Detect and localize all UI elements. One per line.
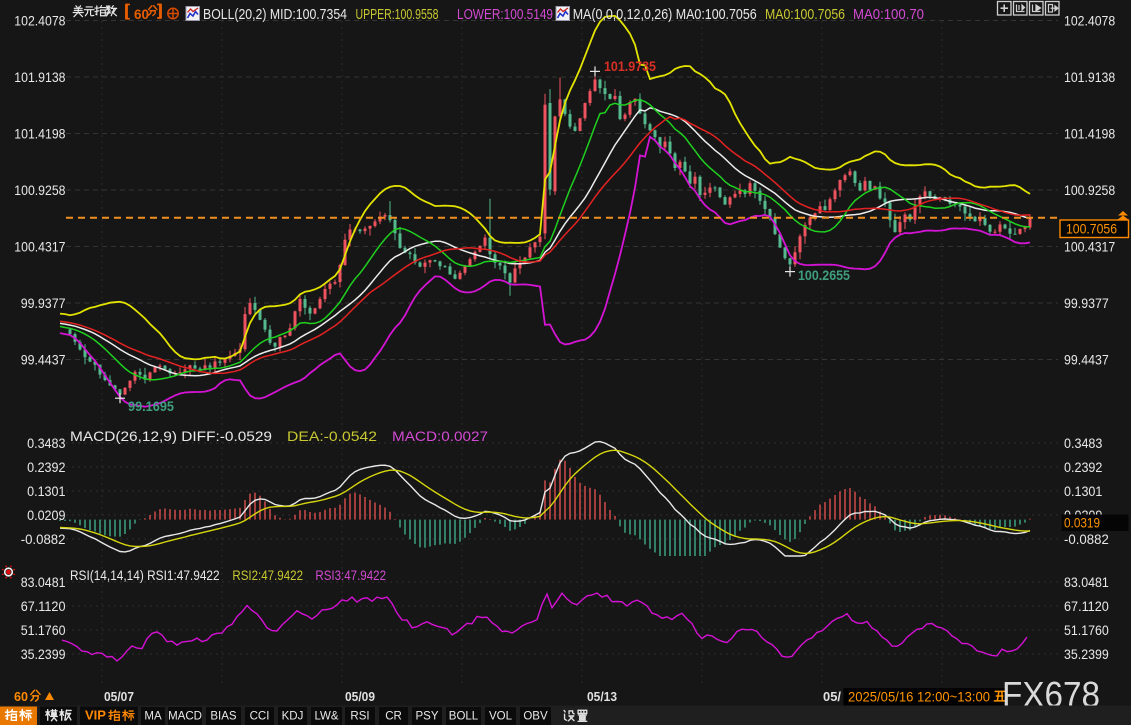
svg-text:101.9735: 101.9735	[604, 59, 656, 74]
svg-text:60: 60	[14, 689, 28, 704]
svg-text:KDJ: KDJ	[282, 711, 304, 723]
svg-text:101.9138: 101.9138	[1064, 70, 1115, 85]
svg-text:LOWER:100.5149: LOWER:100.5149	[457, 6, 553, 23]
svg-text:83.0481: 83.0481	[21, 575, 66, 590]
svg-text:BOLL(20,2) MID:100.7354: BOLL(20,2) MID:100.7354	[203, 6, 347, 23]
svg-text:102.4078: 102.4078	[14, 13, 65, 28]
svg-text:0.0209: 0.0209	[27, 508, 65, 523]
svg-text:CCI: CCI	[250, 711, 270, 723]
svg-text:2025/05/16 12:00~13:00: 2025/05/16 12:00~13:00	[848, 690, 990, 705]
svg-text:RSI(14,14,14) RSI1:47.9422: RSI(14,14,14) RSI1:47.9422	[70, 567, 220, 583]
svg-text:RSI: RSI	[350, 711, 369, 723]
svg-text:35.2399: 35.2399	[21, 647, 66, 662]
svg-text:RSI2:47.9422: RSI2:47.9422	[232, 567, 303, 583]
svg-text:51.1760: 51.1760	[21, 623, 66, 638]
svg-text:-0.0882: -0.0882	[21, 532, 66, 547]
svg-text:100.2655: 100.2655	[798, 268, 850, 283]
svg-text:99.1695: 99.1695	[128, 399, 174, 414]
svg-text:MACD(26,12,9) DIFF:-0.0529: MACD(26,12,9) DIFF:-0.0529	[70, 428, 272, 444]
svg-text:MA0:100.7056: MA0:100.7056	[765, 6, 845, 23]
svg-text:05/13: 05/13	[587, 689, 617, 704]
svg-text:101.4198: 101.4198	[14, 126, 65, 141]
svg-text:51.1760: 51.1760	[1064, 623, 1109, 638]
svg-text:0.2392: 0.2392	[27, 460, 65, 475]
svg-text:99.4437: 99.4437	[1064, 352, 1109, 367]
svg-text:0.3483: 0.3483	[1064, 436, 1102, 451]
svg-text:DEA:-0.0542: DEA:-0.0542	[287, 428, 377, 444]
svg-text:MA(0,0,0,12,0,26) MA0:100.7056: MA(0,0,0,12,0,26) MA0:100.7056	[573, 6, 757, 23]
svg-text:67.1120: 67.1120	[21, 599, 66, 614]
svg-text:100.9258: 100.9258	[14, 183, 65, 198]
svg-text:0.1301: 0.1301	[1064, 484, 1102, 499]
svg-text:OBV: OBV	[523, 711, 548, 723]
svg-text:101.4198: 101.4198	[1064, 126, 1115, 141]
svg-text:100.7056: 100.7056	[1066, 222, 1117, 237]
svg-text:100.4317: 100.4317	[1064, 239, 1115, 254]
svg-text:05/07: 05/07	[104, 689, 134, 704]
svg-text:VIP: VIP	[85, 709, 106, 723]
svg-text:VOL: VOL	[489, 711, 513, 723]
svg-text:100.9258: 100.9258	[1064, 183, 1115, 198]
svg-text:CR: CR	[385, 711, 402, 723]
svg-text:101.9138: 101.9138	[14, 70, 65, 85]
svg-text:0.0319: 0.0319	[1064, 516, 1100, 531]
svg-text:MACD:0.0027: MACD:0.0027	[392, 428, 488, 444]
svg-text:0.3483: 0.3483	[27, 436, 65, 451]
svg-text:MA0:100.70: MA0:100.70	[853, 6, 924, 23]
svg-text:PSY: PSY	[415, 711, 438, 723]
svg-text:LW&: LW&	[314, 711, 338, 723]
svg-text:83.0481: 83.0481	[1064, 575, 1109, 590]
svg-text:BIAS: BIAS	[210, 711, 237, 723]
svg-text:100.4317: 100.4317	[14, 239, 65, 254]
svg-text:MA: MA	[144, 711, 162, 723]
svg-text:05/: 05/	[823, 689, 841, 704]
svg-text:35.2399: 35.2399	[1064, 647, 1109, 662]
svg-text:99.9377: 99.9377	[1064, 296, 1109, 311]
svg-text:-0.0882: -0.0882	[1064, 532, 1109, 547]
svg-text:102.4078: 102.4078	[1064, 13, 1115, 28]
svg-text:99.4437: 99.4437	[21, 352, 66, 367]
svg-text:MACD: MACD	[168, 711, 202, 723]
svg-text:99.9377: 99.9377	[21, 296, 66, 311]
svg-text:BOLL: BOLL	[449, 711, 479, 723]
svg-text:0.2392: 0.2392	[1064, 460, 1102, 475]
svg-text:0.1301: 0.1301	[27, 484, 65, 499]
svg-text:60: 60	[134, 6, 149, 22]
svg-text:67.1120: 67.1120	[1064, 599, 1109, 614]
svg-text:UPPER:100.9558: UPPER:100.9558	[356, 6, 439, 23]
svg-text:05/09: 05/09	[345, 689, 375, 704]
svg-text:RSI3:47.9422: RSI3:47.9422	[315, 567, 386, 583]
